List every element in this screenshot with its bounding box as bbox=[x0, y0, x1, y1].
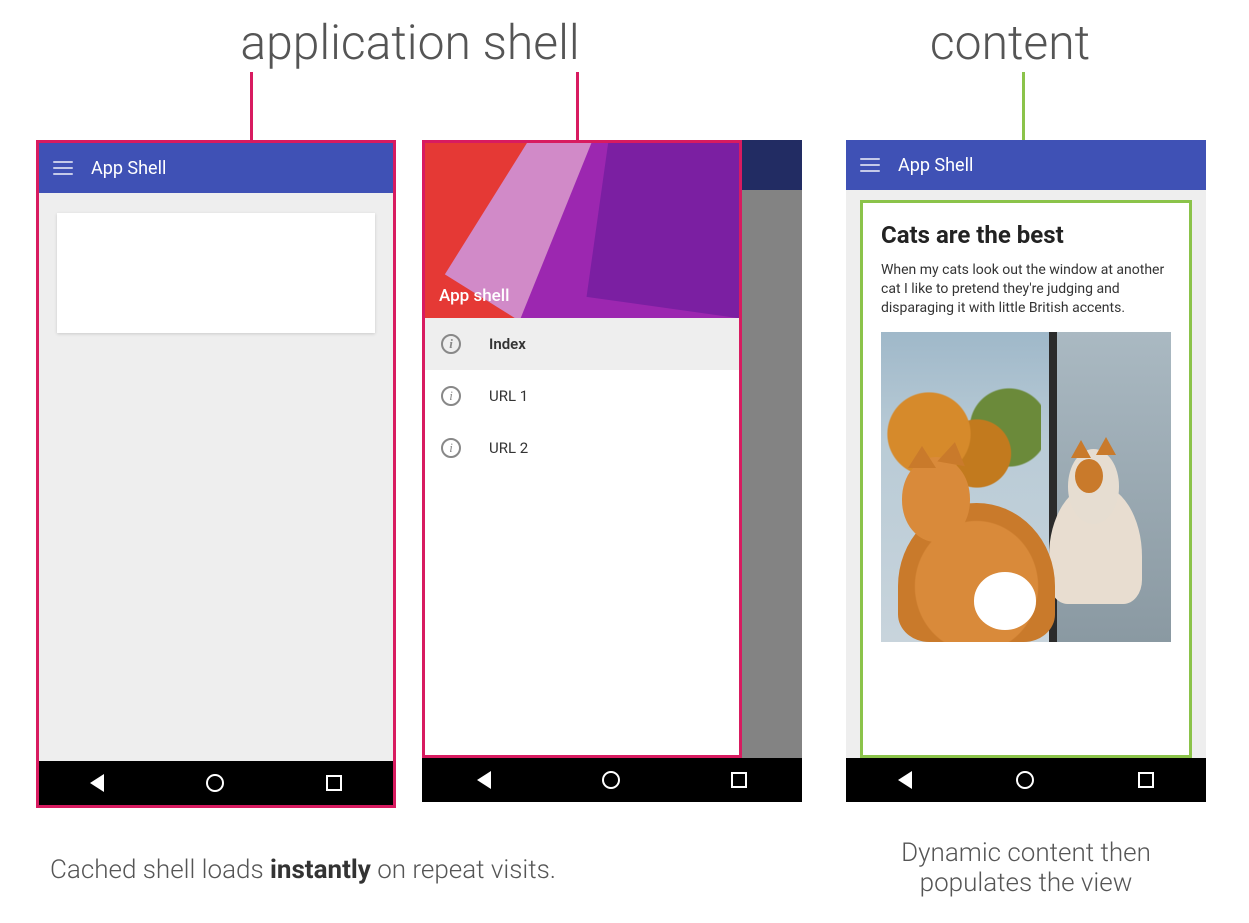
android-navbar bbox=[39, 761, 393, 805]
empty-content-card bbox=[57, 213, 375, 333]
appbar-title: App Shell bbox=[91, 158, 166, 179]
caption-content: Dynamic content then populates the view bbox=[846, 838, 1206, 898]
content-card: Cats are the best When my cats look out … bbox=[860, 200, 1192, 758]
info-icon: i bbox=[441, 438, 461, 458]
drawer-item-url2[interactable]: i URL 2 bbox=[425, 422, 739, 474]
caption-shell: Cached shell loads instantly on repeat v… bbox=[50, 855, 770, 885]
home-icon[interactable] bbox=[1016, 771, 1034, 789]
info-icon: i bbox=[441, 386, 461, 406]
recents-icon[interactable] bbox=[1138, 772, 1154, 788]
appbar: App Shell bbox=[846, 140, 1206, 190]
back-icon[interactable] bbox=[90, 774, 104, 792]
drawer-title: App shell bbox=[439, 286, 509, 306]
drawer-item-index[interactable]: i Index bbox=[425, 318, 739, 370]
android-navbar bbox=[846, 758, 1206, 802]
drawer-list: i Index i URL 1 i URL 2 bbox=[425, 318, 739, 755]
appbar: App Shell bbox=[39, 143, 393, 193]
menu-icon[interactable] bbox=[53, 161, 73, 175]
back-icon[interactable] bbox=[898, 771, 912, 789]
callout-line-shell-right bbox=[576, 72, 579, 142]
home-icon[interactable] bbox=[206, 774, 224, 792]
drawer-item-label: URL 2 bbox=[489, 439, 528, 457]
appbar-title: App Shell bbox=[898, 155, 973, 176]
navigation-drawer: App shell i Index i URL 1 i URL 2 bbox=[422, 140, 742, 758]
phone-content: App Shell Cats are the best When my cats… bbox=[846, 140, 1206, 802]
phone-body: Cats are the best When my cats look out … bbox=[846, 190, 1206, 758]
recents-icon[interactable] bbox=[731, 772, 747, 788]
article-image-cats bbox=[881, 332, 1171, 642]
phone-body bbox=[39, 193, 393, 761]
android-navbar bbox=[422, 758, 802, 802]
drawer-header: App shell bbox=[425, 143, 739, 318]
article-body: When my cats look out the window at anot… bbox=[881, 261, 1171, 318]
drawer-item-label: Index bbox=[489, 335, 526, 353]
drawer-scrim[interactable] bbox=[742, 140, 802, 758]
home-icon[interactable] bbox=[602, 771, 620, 789]
drawer-item-label: URL 1 bbox=[489, 387, 528, 405]
menu-icon[interactable] bbox=[860, 158, 880, 172]
info-icon: i bbox=[441, 334, 461, 354]
back-icon[interactable] bbox=[477, 771, 491, 789]
callout-line-shell-left bbox=[250, 72, 253, 142]
phone-shell-drawer: App shell i Index i URL 1 i URL 2 bbox=[422, 140, 802, 802]
drawer-item-url1[interactable]: i URL 1 bbox=[425, 370, 739, 422]
phone-shell-empty: App Shell bbox=[36, 140, 396, 808]
heading-content: content bbox=[880, 14, 1140, 71]
article-heading: Cats are the best bbox=[881, 221, 1171, 249]
recents-icon[interactable] bbox=[326, 775, 342, 791]
heading-application-shell: application shell bbox=[140, 14, 680, 71]
